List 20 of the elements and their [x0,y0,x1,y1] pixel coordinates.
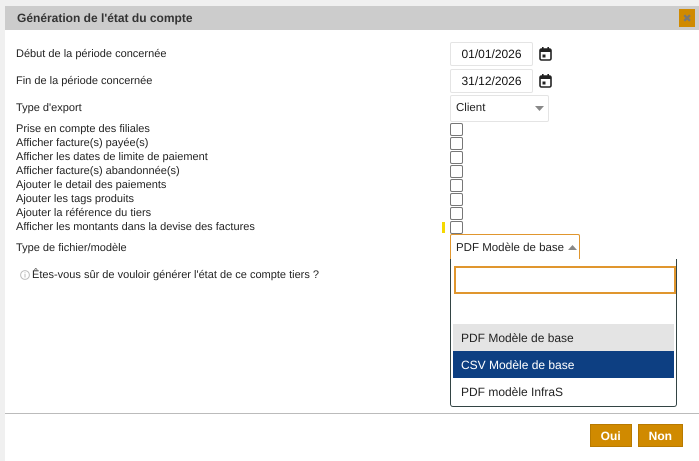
option-label: Afficher les dates de limite de paiement [16,151,209,163]
file-type-select[interactable]: PDF Modèle de base [450,234,580,261]
option-label: Prise en compte des filiales [16,123,151,135]
export-type-select[interactable]: Client [450,94,549,122]
date-field[interactable]: 31/12/2026 [450,68,533,92]
option-label: Afficher les montants dans la devise des factures [16,221,256,233]
confirmation-question: Êtes-vous sûr de vouloir générer l'état de ce compte tiers ? [32,269,320,281]
date-field[interactable]: 01/01/2026 [450,42,533,66]
field-label: Type d'export [16,102,83,114]
field-label: Type de fichier/modèle [16,242,128,254]
option-label: Afficher facture(s) abandonnée(s) [16,165,181,177]
dialog-title: Génération de l'état du compte [17,11,193,25]
option-label: Ajouter le detail des paiements [16,179,168,191]
dropdown-option[interactable]: PDF Modèle de base [453,324,674,351]
field-label: Début de la période concernée [16,48,168,60]
option-label: Ajouter la référence du tiers [16,207,152,219]
dropdown-option[interactable]: CSV Modèle de base [453,351,674,378]
field-label: Fin de la période concernée [16,74,154,86]
option-label: Ajouter les tags produits [16,193,136,205]
option-label: Afficher facture(s) payée(s) [16,137,150,149]
